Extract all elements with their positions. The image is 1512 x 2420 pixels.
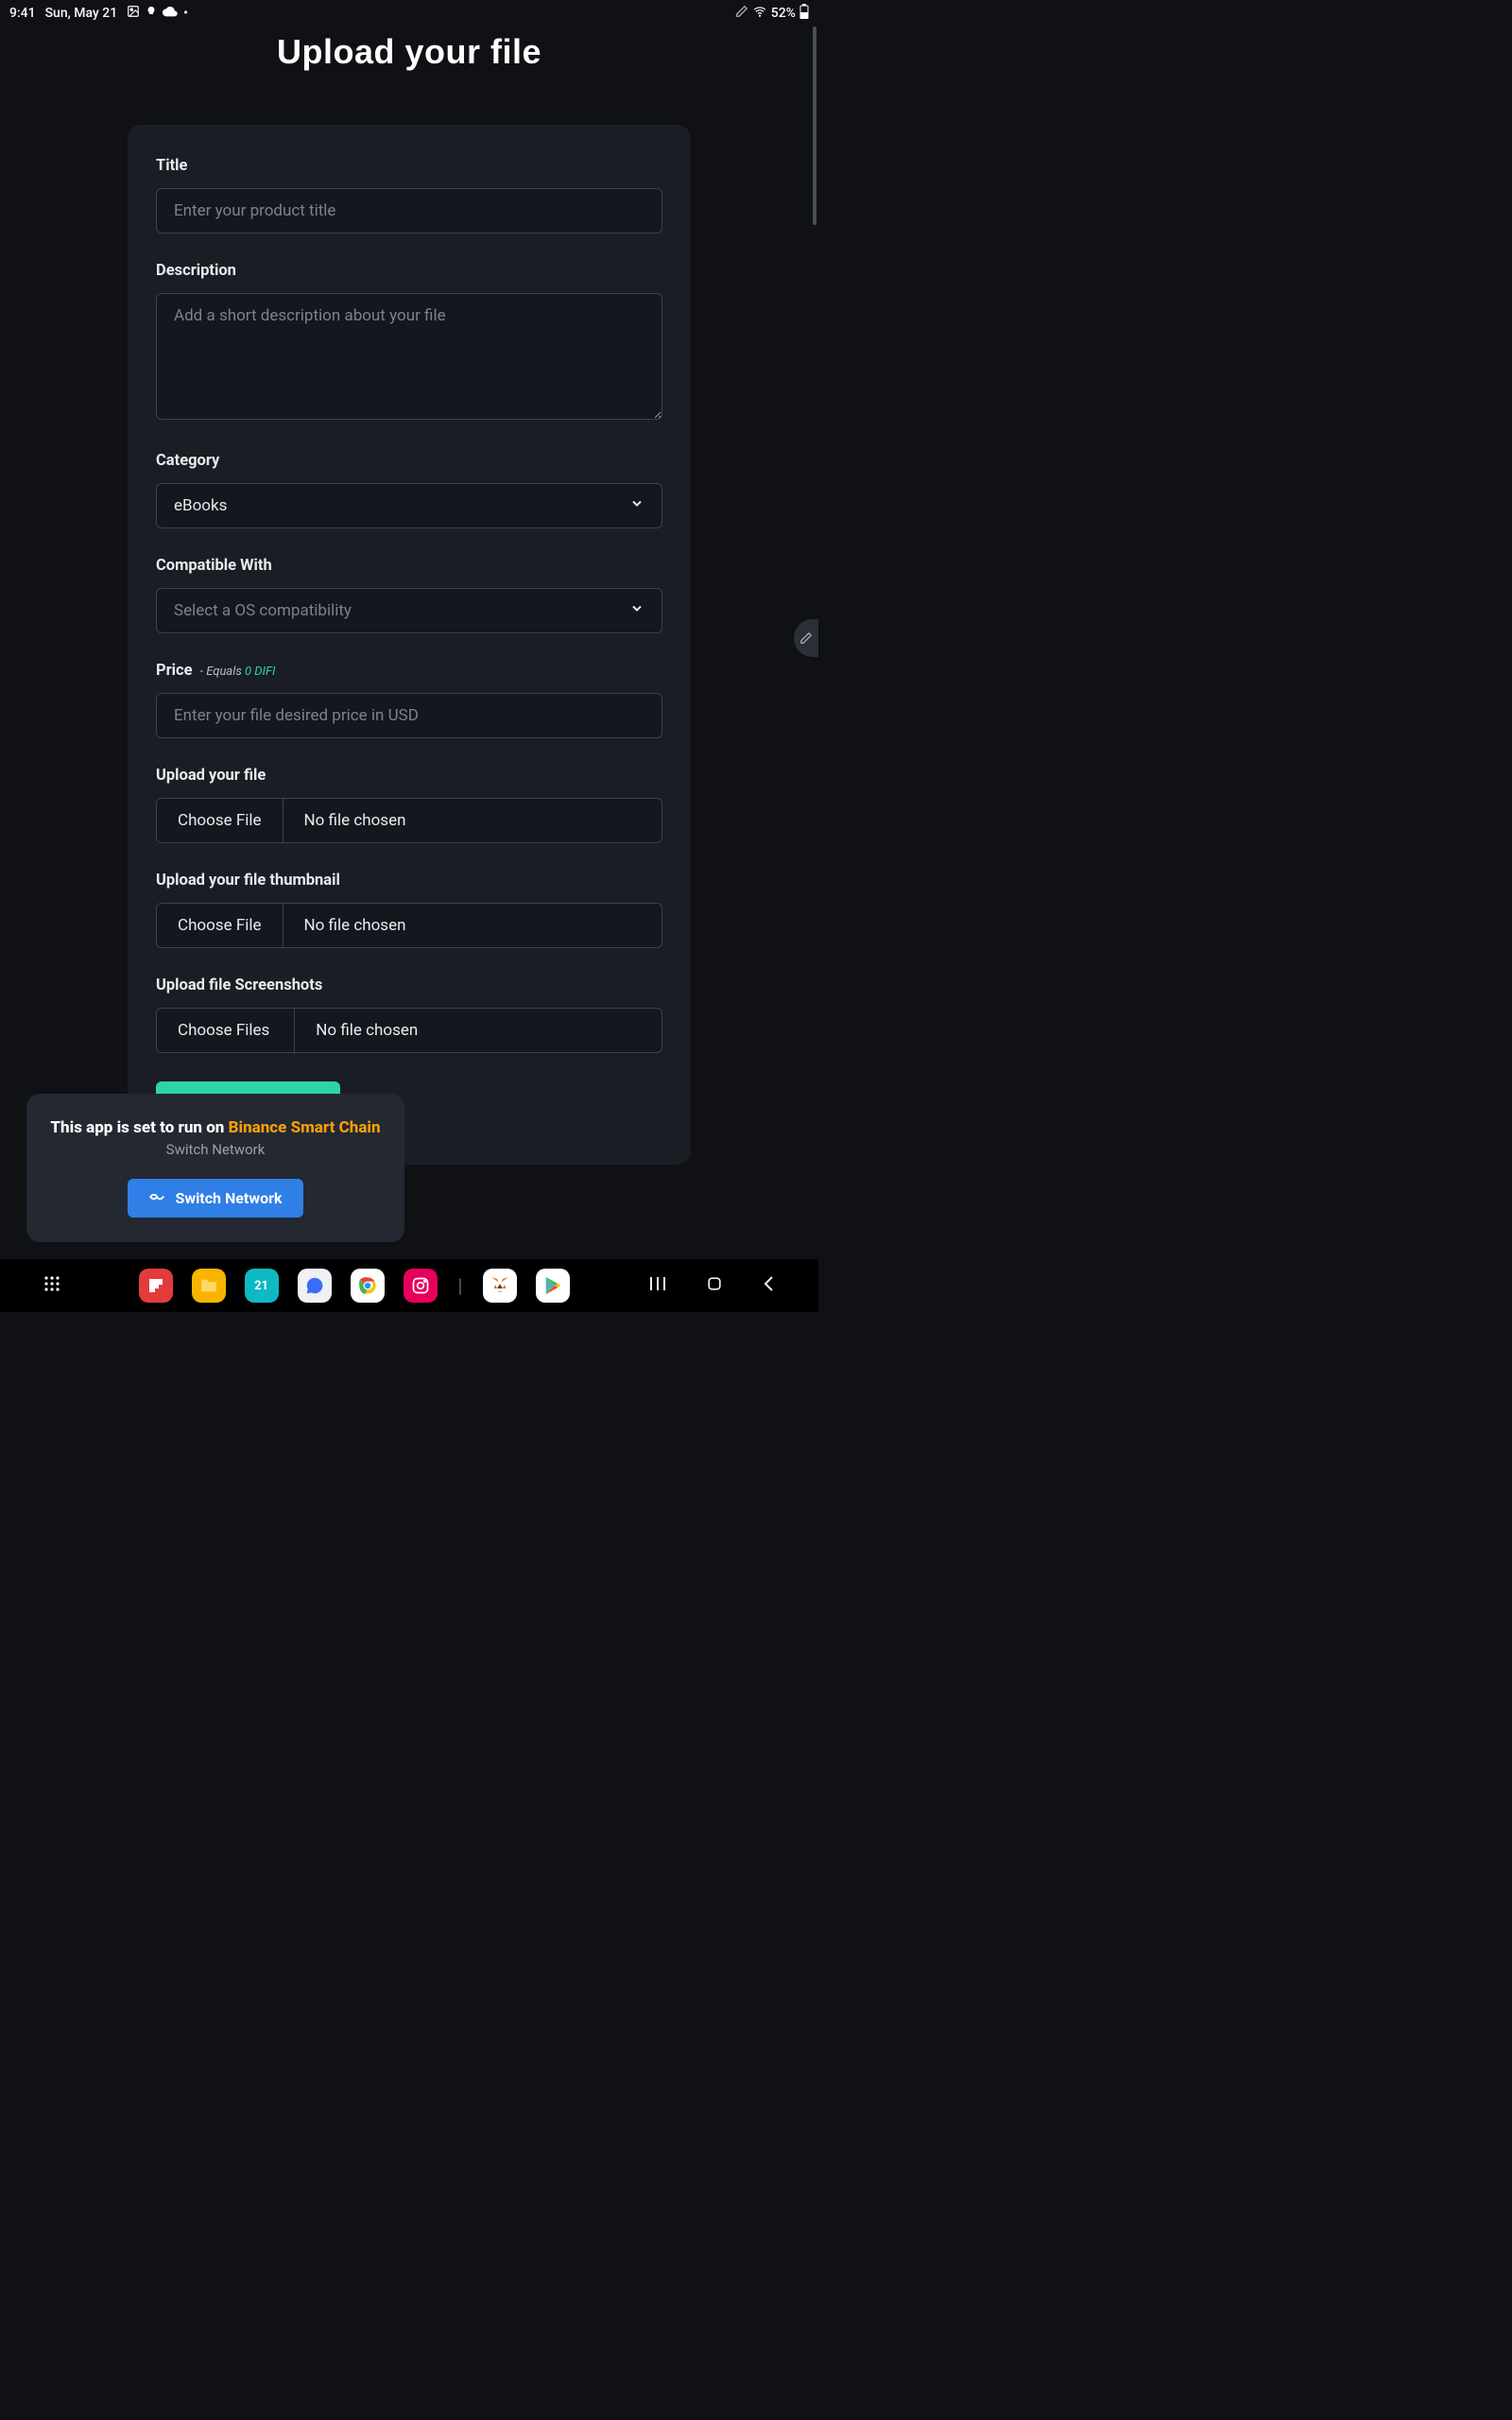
title-label: Title [156, 157, 662, 175]
page-title: Upload your file [0, 32, 818, 72]
link-icon [148, 1189, 165, 1207]
app-icon-flipboard[interactable] [139, 1269, 173, 1303]
status-date: Sun, May 21 [45, 6, 118, 21]
toast-chain-name: Binance Smart Chain [229, 1118, 381, 1137]
screenshots-label: Upload file Screenshots [156, 977, 662, 994]
recents-button[interactable] [648, 1275, 667, 1296]
status-left: 9:41 Sun, May 21 • [9, 5, 188, 22]
dot-icon: • [183, 6, 188, 21]
chevron-down-icon [629, 496, 644, 516]
price-difi-value: 0 DIFI [245, 665, 275, 679]
compatible-select[interactable]: Select a OS compatibility [156, 588, 662, 633]
system-nav-buttons [648, 1274, 775, 1297]
cloud-icon [163, 6, 178, 21]
description-group: Description [156, 262, 662, 424]
image-icon [127, 5, 140, 22]
app-icon-calendar[interactable]: 21 [245, 1269, 279, 1303]
home-button[interactable] [705, 1274, 724, 1297]
pencil-icon [735, 5, 748, 22]
dock-separator: | [458, 1274, 463, 1297]
status-bar: 9:41 Sun, May 21 • 52% [0, 0, 818, 26]
toast-subtitle: Switch Network [49, 1141, 382, 1158]
thumbnail-status-text: No file chosen [284, 904, 427, 947]
category-select[interactable]: eBooks [156, 483, 662, 528]
price-group: Price - Equals 0 DIFI [156, 662, 662, 738]
thumbnail-choose-button[interactable]: Choose File [157, 904, 284, 947]
app-icon-messages[interactable] [298, 1269, 332, 1303]
screenshots-choose-button[interactable]: Choose Files [157, 1009, 295, 1052]
price-label: Price [156, 662, 193, 680]
title-input[interactable] [156, 188, 662, 233]
edit-fab[interactable] [794, 619, 818, 657]
app-icon-metamask[interactable] [483, 1269, 517, 1303]
app-drawer-button[interactable] [43, 1275, 60, 1297]
back-button[interactable] [762, 1274, 775, 1297]
compatible-placeholder: Select a OS compatibility [174, 601, 352, 620]
file-group: Upload your file Choose File No file cho… [156, 767, 662, 843]
screenshots-group: Upload file Screenshots Choose Files No … [156, 977, 662, 1053]
description-input[interactable] [156, 293, 662, 420]
category-selected-value: eBooks [174, 496, 227, 515]
scrollbar[interactable] [813, 26, 816, 225]
description-label: Description [156, 262, 662, 280]
app-icon-files[interactable] [192, 1269, 226, 1303]
thumbnail-input-row: Choose File No file chosen [156, 903, 662, 948]
battery-icon [799, 4, 809, 23]
battery-text: 52% [771, 6, 796, 21]
app-icon-chrome[interactable] [351, 1269, 385, 1303]
compatible-group: Compatible With Select a OS compatibilit… [156, 557, 662, 633]
switch-network-button[interactable]: Switch Network [128, 1179, 302, 1218]
toast-title: This app is set to run on Binance Smart … [49, 1118, 382, 1137]
dock-apps: 21 | [139, 1269, 571, 1303]
system-nav-bar: 21 | [0, 1259, 818, 1312]
upload-form-card: Title Description Category eBooks Compat… [128, 125, 691, 1165]
app-icon-playstore[interactable] [536, 1269, 570, 1303]
category-label: Category [156, 452, 662, 470]
network-toast: This app is set to run on Binance Smart … [26, 1094, 404, 1242]
status-right: 52% [735, 4, 809, 23]
file-choose-button[interactable]: Choose File [157, 799, 284, 842]
bulb-icon [146, 5, 157, 22]
thumbnail-group: Upload your file thumbnail Choose File N… [156, 872, 662, 948]
thumbnail-label: Upload your file thumbnail [156, 872, 662, 890]
file-label: Upload your file [156, 767, 662, 785]
category-group: Category eBooks [156, 452, 662, 528]
file-input-row: Choose File No file chosen [156, 798, 662, 843]
chevron-down-icon [629, 601, 644, 621]
screenshots-status-text: No file chosen [295, 1009, 438, 1052]
file-status-text: No file chosen [284, 799, 427, 842]
status-time: 9:41 [9, 6, 36, 21]
compatible-label: Compatible With [156, 557, 662, 575]
app-icon-instagram[interactable] [404, 1269, 438, 1303]
price-input[interactable] [156, 693, 662, 738]
title-group: Title [156, 157, 662, 233]
price-sublabel: - Equals 0 DIFI [200, 665, 276, 679]
screenshots-input-row: Choose Files No file chosen [156, 1008, 662, 1053]
wifi-icon [752, 5, 767, 22]
